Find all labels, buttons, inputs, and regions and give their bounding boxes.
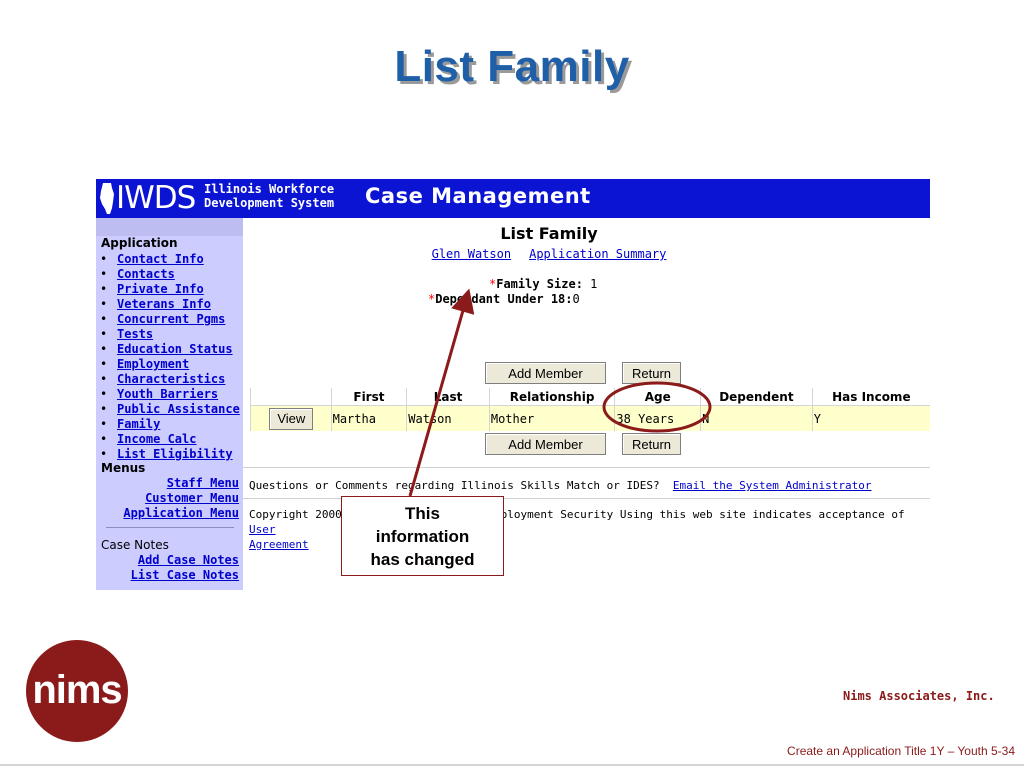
user-agreement-link[interactable]: User [249, 523, 276, 536]
app-banner: IWDS Illinois Workforce Development Syst… [96, 179, 930, 218]
bullet-icon: • [100, 267, 108, 281]
sidebar-item-family[interactable]: • Family [96, 417, 240, 432]
divider [243, 467, 930, 468]
sidebar-item-income-calc[interactable]: • Income Calc [96, 432, 240, 447]
bullet-icon: • [100, 432, 108, 446]
application-nav: • Contact Info • Contacts • Private Info • V… [96, 252, 240, 462]
cell-age: 38 Years [614, 405, 701, 431]
sidebar-section-menus: Menus [101, 461, 146, 475]
bullet-icon: • [100, 447, 108, 461]
menu-application[interactable]: Application Menu [96, 506, 239, 521]
cell-relationship: Mother [488, 405, 615, 431]
iwds-logo: IWDS [116, 180, 196, 216]
sidebar-item-concurrent-pgms[interactable]: • Concurrent Pgms [96, 312, 240, 327]
sidebar-item-private-info[interactable]: • Private Info [96, 282, 240, 297]
col-header-dependent: Dependent [700, 388, 813, 406]
user-agreement-link[interactable]: Agreement [249, 538, 309, 551]
cell-dependent: N [700, 405, 813, 431]
callout-box: This information has changed [341, 496, 504, 576]
cell-first: Martha [330, 405, 407, 431]
sidebar-item-contact-info[interactable]: • Contact Info [96, 252, 240, 267]
menu-staff[interactable]: Staff Menu [96, 476, 239, 491]
dependant-under-18: *Dependant Under 18:0 [428, 292, 580, 306]
sidebar-section-application: Application [101, 236, 178, 250]
bullet-icon: • [100, 402, 108, 416]
cell-last: Watson [406, 405, 490, 431]
add-member-button-top[interactable]: Add Member [485, 362, 606, 384]
menu-customer[interactable]: Customer Menu [96, 491, 239, 506]
family-table: First Last Relationship Age Dependent Ha… [250, 388, 930, 431]
sidebar-section-case-notes: Case Notes [101, 538, 169, 552]
view-cell: View [250, 405, 332, 431]
nims-logo: nims [26, 640, 128, 742]
return-button-bottom[interactable]: Return [622, 433, 681, 455]
sidebar-item-veterans-info[interactable]: • Veterans Info [96, 297, 240, 312]
sidebar-item-public-assistance[interactable]: • Public Assistance [96, 402, 240, 417]
sidebar: Application • Contact Info • Contacts • Pri… [96, 218, 243, 590]
illinois-state-icon [100, 183, 114, 214]
slide-footer: Create an Application Title 1Y – Youth 5… [787, 744, 1015, 758]
agency-name: Illinois Workforce Development System [204, 182, 335, 210]
header-links: Glen Watson Application Summary [243, 247, 855, 261]
family-size: *Family Size: 1 [489, 277, 598, 291]
col-header-last: Last [406, 388, 490, 406]
bullet-icon: • [100, 297, 108, 311]
sidebar-item-characteristics[interactable]: • Characteristics [96, 372, 240, 387]
sidebar-item-tests[interactable]: • Tests [96, 327, 240, 342]
email-admin-link[interactable]: Email the System Administrator [673, 479, 872, 492]
footer-rule [0, 764, 1024, 766]
bullet-icon: • [100, 357, 108, 371]
table-header-row: First Last Relationship Age Dependent Ha… [250, 388, 930, 406]
bullet-icon: • [100, 312, 108, 326]
sidebar-divider [106, 527, 234, 528]
col-header-has-income: Has Income [811, 388, 930, 406]
page-heading: List Family [500, 224, 598, 243]
sidebar-item-list-eligibility[interactable]: • List Eligibility [96, 447, 240, 462]
slide-title: List Family [394, 42, 630, 91]
cell-has-income: Y [811, 405, 930, 431]
col-header-age: Age [614, 388, 701, 406]
questions-line: Questions or Comments regarding Illinois… [249, 479, 872, 492]
sidebar-top-strip [96, 218, 243, 236]
app-title: Case Management [365, 184, 591, 208]
application-summary-link[interactable]: Application Summary [529, 247, 666, 261]
view-button[interactable]: View [269, 407, 314, 430]
sidebar-item-education-status[interactable]: • Education Status [96, 342, 240, 357]
col-header-action [250, 388, 332, 406]
col-header-relationship: Relationship [488, 388, 615, 406]
bullet-icon: • [100, 252, 108, 266]
screenshot-frame: IWDS Illinois Workforce Development Syst… [96, 179, 930, 590]
company-name: Nims Associates, Inc. [843, 689, 995, 703]
bullet-icon: • [100, 372, 108, 386]
bullet-icon: • [100, 282, 108, 296]
list-case-notes-link[interactable]: List Case Notes [96, 568, 239, 583]
bullet-icon: • [100, 417, 108, 431]
sidebar-item-youth-barriers[interactable]: • Youth Barriers [96, 387, 240, 402]
add-case-notes-link[interactable]: Add Case Notes [96, 553, 239, 568]
bullet-icon: • [100, 387, 108, 401]
table-row: View Martha Watson Mother 38 Years N Y [250, 405, 930, 431]
sidebar-item-employment[interactable]: • Employment [96, 357, 240, 372]
person-link[interactable]: Glen Watson [432, 247, 511, 261]
bullet-icon: • [100, 327, 108, 341]
add-member-button-bottom[interactable]: Add Member [485, 433, 606, 455]
bullet-icon: • [100, 342, 108, 356]
sidebar-item-contacts[interactable]: • Contacts [96, 267, 240, 282]
col-header-first: First [330, 388, 407, 406]
return-button-top[interactable]: Return [622, 362, 681, 384]
